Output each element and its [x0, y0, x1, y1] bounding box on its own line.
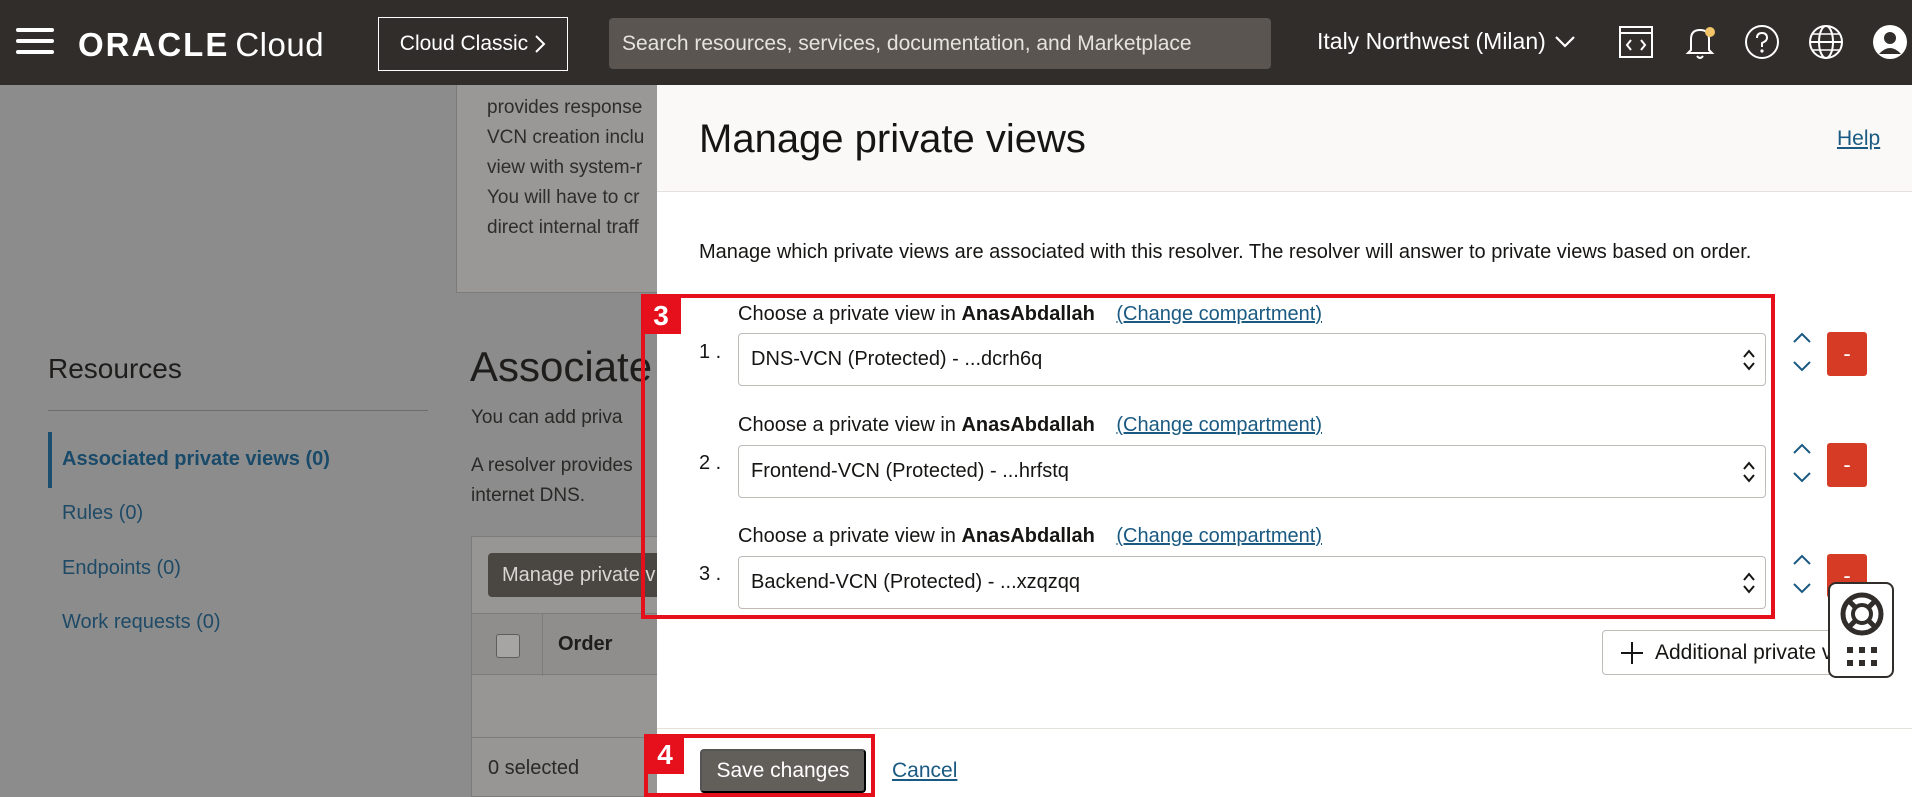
move-down-icon[interactable] — [1787, 353, 1817, 379]
chevron-down-icon — [1555, 35, 1575, 48]
select-all-checkbox[interactable] — [496, 634, 520, 658]
oracle-cloud-logo[interactable]: ORACLE Cloud — [78, 26, 324, 64]
column-divider — [542, 614, 543, 676]
move-down-icon[interactable] — [1787, 464, 1817, 490]
info-card: provides response VCN creation inclu vie… — [456, 85, 660, 293]
panel-header: Manage private views Help — [657, 85, 1912, 192]
help-link[interactable]: Help — [1837, 127, 1880, 151]
language-globe-icon[interactable] — [1806, 22, 1846, 62]
cloud-classic-button[interactable]: Cloud Classic — [378, 17, 568, 71]
move-up-icon[interactable] — [1787, 547, 1817, 573]
hamburger-menu-icon[interactable] — [16, 28, 54, 56]
move-down-icon[interactable] — [1787, 575, 1817, 601]
code-editor-icon[interactable] — [1616, 22, 1656, 62]
annotation-frame-step-3 — [641, 294, 1775, 619]
region-selector[interactable]: Italy Northwest (Milan) — [1317, 28, 1576, 55]
lifebuoy-icon — [1840, 592, 1884, 636]
section-text: A resolver provides — [471, 455, 633, 476]
move-up-icon[interactable] — [1787, 325, 1817, 351]
cancel-link[interactable]: Cancel — [892, 759, 957, 783]
private-views-table: Manage private v Order 0 selected — [471, 536, 660, 797]
resource-link-rules[interactable]: Rules (0) — [62, 502, 143, 525]
info-line: view with system-r — [487, 157, 643, 178]
resource-link-associated-private-views[interactable]: Associated private views (0) — [62, 448, 330, 471]
section-text: internet DNS. — [471, 485, 586, 506]
remove-row-button[interactable]: - — [1827, 332, 1867, 376]
column-header-order[interactable]: Order — [558, 633, 612, 656]
additional-private-view-label: Additional private v — [1655, 640, 1833, 664]
info-line: VCN creation inclu — [487, 127, 645, 148]
plus-icon — [1621, 641, 1643, 664]
resource-link-work-requests[interactable]: Work requests (0) — [62, 611, 221, 634]
section-heading: Associate — [470, 343, 653, 390]
grid-apps-icon — [1847, 647, 1877, 666]
info-line: provides response — [487, 97, 643, 118]
top-navigation-bar: ORACLE Cloud Cloud Classic Search resourc… — [0, 0, 1912, 85]
help-question-icon[interactable] — [1742, 22, 1782, 62]
search-input[interactable]: Search resources, services, documentatio… — [609, 18, 1271, 69]
help-center-widget[interactable] — [1828, 582, 1894, 678]
resources-heading: Resources — [48, 353, 182, 384]
info-line: You will have to cr — [487, 187, 640, 208]
chevron-right-icon — [535, 35, 546, 53]
divider — [48, 410, 428, 411]
remove-row-button[interactable]: - — [1827, 443, 1867, 487]
annotation-badge-step-3: 3 — [641, 298, 681, 334]
annotation-badge-step-4: 4 — [646, 736, 684, 774]
active-indicator — [48, 432, 52, 488]
background-page: provides response VCN creation inclu vie… — [0, 85, 660, 797]
manage-private-views-button[interactable]: Manage private v — [488, 553, 660, 597]
resource-link-endpoints[interactable]: Endpoints (0) — [62, 557, 181, 580]
additional-private-view-button[interactable]: Additional private v — [1602, 630, 1852, 675]
info-line: direct internal traff — [487, 217, 639, 238]
region-label: Italy Northwest (Milan) — [1317, 28, 1546, 54]
user-profile-icon[interactable] — [1870, 22, 1910, 62]
panel-title: Manage private views — [699, 117, 1086, 161]
section-text: You can add priva — [471, 407, 623, 428]
notification-bell-icon[interactable] — [1680, 22, 1720, 62]
move-up-icon[interactable] — [1787, 436, 1817, 462]
panel-description: Manage which private views are associate… — [699, 241, 1752, 263]
divider — [472, 737, 660, 738]
selected-count: 0 selected — [488, 757, 580, 779]
cloud-classic-label: Cloud Classic — [399, 32, 529, 55]
table-header: Order — [472, 613, 660, 676]
